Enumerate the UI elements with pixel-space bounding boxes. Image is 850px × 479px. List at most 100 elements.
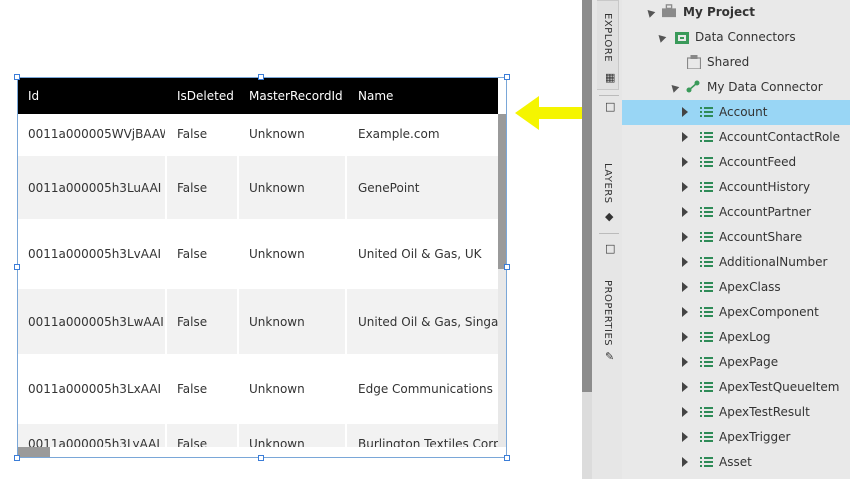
dashboard-canvas[interactable]: Id IsDeleted MasterRecordId Name 0011a00… (0, 0, 680, 479)
expand-arrow-icon[interactable] (668, 82, 680, 93)
tree-label-table: ApexPage (719, 355, 779, 369)
tree-label-table: Account (719, 105, 768, 119)
tree-label-table: ApexTestQueueItem (719, 380, 840, 394)
cell-name: Example.com (358, 127, 440, 141)
expand-arrow-icon[interactable] (682, 157, 688, 167)
resize-handle-bottom-left[interactable] (14, 455, 20, 461)
expand-arrow-icon[interactable] (682, 107, 688, 117)
table-icon (700, 231, 713, 243)
panel-splitter[interactable] (582, 0, 592, 392)
cell-name: United Oil & Gas, UK (358, 247, 482, 261)
resize-handle-top-left[interactable] (14, 74, 20, 80)
column-header-id[interactable]: Id (28, 78, 39, 114)
table-icon (700, 356, 713, 368)
tab-divider (599, 233, 619, 234)
table-icon (700, 181, 713, 193)
table-widget[interactable]: Id IsDeleted MasterRecordId Name 0011a00… (17, 77, 507, 458)
table-icon (700, 406, 713, 418)
column-header-isdeleted[interactable]: IsDeleted (177, 78, 234, 114)
cell-isdeleted: False (177, 127, 208, 141)
table-icon (700, 131, 713, 143)
table-icon (700, 331, 713, 343)
resize-handle-bottom-right[interactable] (504, 455, 510, 461)
tree-node-table[interactable]: AdditionalNumber (622, 250, 850, 275)
connector-icon (686, 80, 700, 93)
side-tabs: EXPLORE ▦ □ LAYERS ◆ □ PROPERTIES ✎ (592, 0, 622, 479)
table-row[interactable]: 0011a000005h3LxAAI False Unknown Edge Commu… (18, 356, 498, 422)
database-icon: ▦ (605, 71, 616, 84)
tree-node-table[interactable]: ApexLog (622, 325, 850, 350)
cell-masterrecordid: Unknown (239, 289, 345, 354)
tree-node-shared[interactable]: Shared (622, 50, 850, 75)
expand-arrow-icon[interactable] (682, 282, 688, 292)
table-icon (700, 206, 713, 218)
table-row[interactable]: 0011a000005h3LvAAI False Unknown United Oil… (18, 221, 498, 287)
tree-node-my-data-connector[interactable]: My Data Connector (622, 75, 850, 100)
expand-arrow-icon[interactable] (644, 7, 656, 18)
properties-panel-icon: □ (605, 242, 616, 255)
column-header-masterrecordid[interactable]: MasterRecordId (249, 78, 343, 114)
expand-arrow-icon[interactable] (682, 332, 688, 342)
layers-panel-icon: □ (605, 100, 616, 113)
tree-node-table[interactable]: Asset (622, 450, 850, 475)
cell-id: 0011a000005WVjBAAW (28, 127, 165, 141)
resize-handle-top[interactable] (258, 74, 264, 80)
tree-label-table: ApexTrigger (719, 430, 791, 444)
tree-node-table[interactable]: ApexTrigger (622, 425, 850, 450)
resize-handle-bottom[interactable] (258, 455, 264, 461)
expand-arrow-icon[interactable] (682, 132, 688, 142)
expand-arrow-icon[interactable] (682, 432, 688, 442)
tree-node-table[interactable]: ApexComponent (622, 300, 850, 325)
cell-id: 0011a000005h3LvAAI (28, 247, 162, 261)
expand-arrow-icon[interactable] (682, 232, 688, 242)
tree-label-table: AccountShare (719, 230, 803, 244)
tree-label-my-data-connector: My Data Connector (707, 80, 823, 94)
expand-arrow-icon[interactable] (682, 407, 688, 417)
table-icon (700, 431, 713, 443)
tree-node-data-connectors[interactable]: Data Connectors (622, 25, 850, 50)
expand-arrow-icon[interactable] (655, 32, 667, 43)
expand-arrow-icon[interactable] (682, 207, 688, 217)
tree-node-table[interactable]: Account (622, 100, 850, 125)
expand-arrow-icon[interactable] (682, 182, 688, 192)
cell-name: Edge Communications (358, 382, 493, 396)
cell-id: 0011a000005h3LwAAI (18, 289, 165, 354)
tree-node-table[interactable]: AccountContactRole (622, 125, 850, 150)
table-row[interactable]: 0011a000005WVjBAAW False Unknown Example.co… (18, 114, 498, 154)
expand-arrow-icon[interactable] (682, 357, 688, 367)
tree-node-table[interactable]: AccountShare (622, 225, 850, 250)
tab-properties-label: PROPERTIES (602, 280, 613, 347)
tree-node-project[interactable]: My Project (622, 0, 850, 25)
tree-node-table[interactable]: ApexPage (622, 350, 850, 375)
table-icon (700, 381, 713, 393)
tree-label-table: AccountFeed (719, 155, 797, 169)
expand-arrow-icon[interactable] (682, 257, 688, 267)
tree-node-table[interactable]: AccountHistory (622, 175, 850, 200)
resize-handle-top-right[interactable] (504, 74, 510, 80)
tab-layers[interactable]: □ LAYERS ◆ (597, 98, 619, 230)
vertical-scrollbar-thumb[interactable] (498, 114, 506, 269)
expand-arrow-icon[interactable] (682, 457, 688, 467)
tree-node-table[interactable]: AccountFeed (622, 150, 850, 175)
table-row[interactable]: 0011a000005h3LuAAI False Unknown GenePoint (18, 156, 498, 219)
tree-node-table[interactable]: ApexClass (622, 275, 850, 300)
resize-handle-right[interactable] (504, 264, 510, 270)
tree-node-table[interactable]: AccountPartner (622, 200, 850, 225)
table-row[interactable]: 0011a000005h3LyAAI False Unknown Burlington… (18, 424, 498, 447)
tree-node-table[interactable]: ApexTestQueueItem (622, 375, 850, 400)
tree-label-table: AdditionalNumber (719, 255, 828, 269)
tree-node-table[interactable]: ApexTestResult (622, 400, 850, 425)
layers-icon: ◆ (605, 210, 614, 223)
tab-divider (599, 95, 619, 96)
table-row[interactable]: 0011a000005h3LwAAI False Unknown United Oil… (18, 289, 498, 354)
expand-arrow-icon[interactable] (682, 307, 688, 317)
resize-handle-left[interactable] (14, 264, 20, 270)
horizontal-scrollbar-thumb[interactable] (18, 447, 50, 457)
table-icon (700, 156, 713, 168)
column-header-name[interactable]: Name (358, 78, 393, 114)
tree-label-project: My Project (683, 5, 755, 19)
tab-explore[interactable]: EXPLORE ▦ (597, 0, 619, 90)
expand-arrow-icon[interactable] (682, 382, 688, 392)
tab-properties[interactable]: □ PROPERTIES ✎ (597, 236, 619, 371)
tree-label-table: ApexComponent (719, 305, 819, 319)
